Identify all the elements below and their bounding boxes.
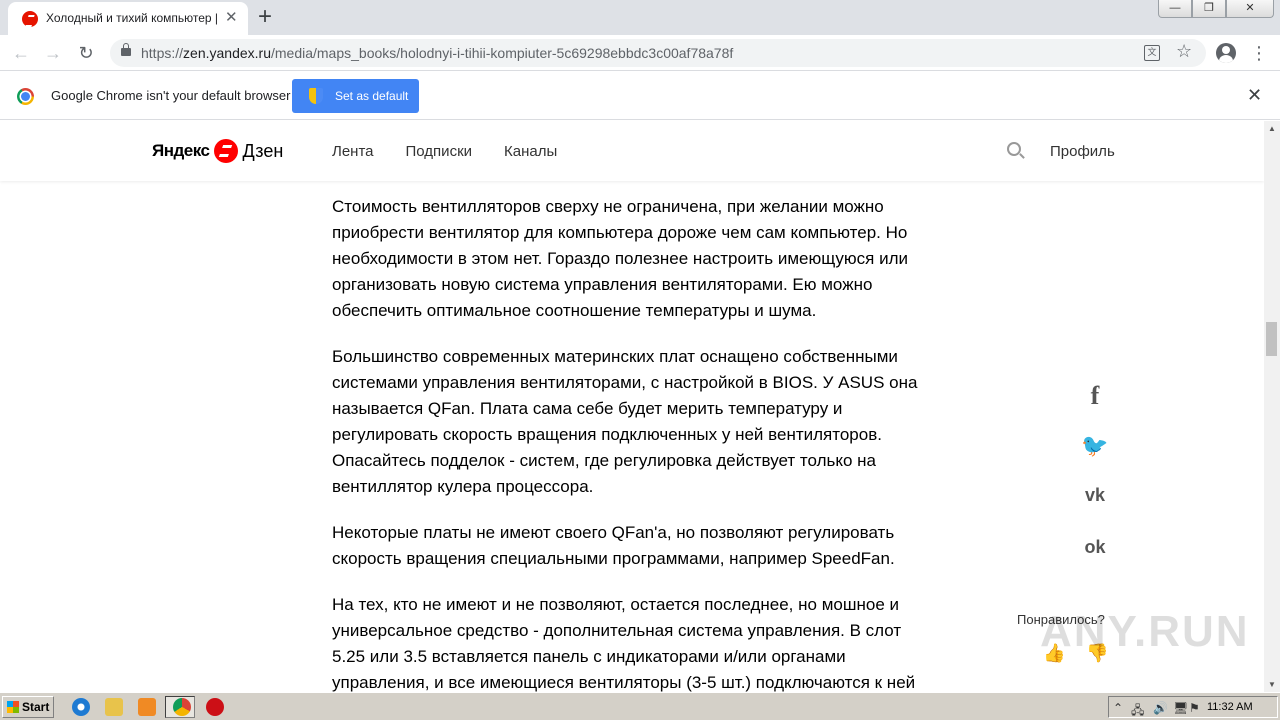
brand-zen-text: Дзен xyxy=(242,140,284,161)
network-icon[interactable]: 🖧 xyxy=(1131,701,1144,720)
facebook-icon[interactable]: f xyxy=(1078,381,1112,413)
file-explorer-icon[interactable] xyxy=(105,698,123,716)
nav-feed-link[interactable]: Лента xyxy=(332,143,374,160)
zen-logo-icon xyxy=(214,139,239,163)
nav-channels-link[interactable]: Каналы xyxy=(504,143,557,160)
system-tray: ⌃ 🖧 🔊 🖥 ⚑ 11:32 AM xyxy=(1108,696,1278,718)
url-text[interactable]: https://zen.yandex.ru/media/maps_books/h… xyxy=(141,45,733,61)
internet-explorer-icon[interactable] xyxy=(72,698,90,716)
page-scrollbar[interactable]: ▲ ▼ xyxy=(1264,121,1280,692)
anyrun-watermark: ANY.RUN xyxy=(1040,607,1250,656)
volume-icon[interactable]: 🔊 xyxy=(1153,701,1168,715)
search-icon[interactable] xyxy=(1007,142,1021,156)
back-button[interactable]: ← xyxy=(9,41,33,65)
start-button[interactable]: Start xyxy=(2,696,54,718)
taskbar-clock[interactable]: 11:32 AM xyxy=(1207,701,1253,713)
article-paragraph: Некоторые платы не имеют своего QFan'а, … xyxy=(332,523,895,568)
page-viewport: Яндекс Дзен Лента Подписки Каналы Профил… xyxy=(0,121,1280,692)
infobar-close-icon[interactable]: ✕ xyxy=(1247,85,1262,106)
tab-close-icon[interactable]: ✕ xyxy=(225,10,238,26)
restore-button[interactable]: ❐ xyxy=(1192,0,1226,18)
set-as-default-label: Set as default xyxy=(335,89,409,103)
scroll-thumb[interactable] xyxy=(1266,322,1277,356)
reload-button[interactable]: ↻ xyxy=(74,41,98,65)
start-label: Start xyxy=(22,700,50,714)
scroll-down-arrow-icon[interactable]: ▼ xyxy=(1268,680,1276,689)
minimize-button[interactable]: — xyxy=(1158,0,1192,18)
tab-strip: Холодный и тихий компьютер | Ка ✕ + — ❐ … xyxy=(0,0,1280,35)
url-scheme: https:// xyxy=(141,45,184,61)
uac-shield-icon xyxy=(309,88,323,104)
site-nav: Лента Подписки Каналы xyxy=(332,143,557,160)
tab-title: Холодный и тихий компьютер | Ка xyxy=(46,11,218,25)
yandex-favicon-icon xyxy=(22,11,38,27)
article-paragraph: Стоимость вентилляторов сверху не ограни… xyxy=(332,197,908,320)
article-paragraph: На тех, кто не имеют и не позволяют, ост… xyxy=(332,595,916,692)
opera-icon[interactable] xyxy=(206,698,224,716)
article-paragraph: Большинство современных материнских плат… xyxy=(332,347,918,496)
scroll-up-arrow-icon[interactable]: ▲ xyxy=(1268,124,1276,133)
vk-icon[interactable]: vk xyxy=(1078,485,1112,517)
article-body: Стоимость вентилляторов сверху не ограни… xyxy=(332,194,922,692)
tray-expand-icon[interactable]: ⌃ xyxy=(1113,701,1123,715)
bookmark-star-icon[interactable]: ☆ xyxy=(1176,41,1192,62)
forward-button[interactable]: → xyxy=(41,41,65,65)
action-center-flag-icon[interactable]: ⚑ xyxy=(1189,701,1200,715)
translate-icon[interactable]: 文 xyxy=(1144,45,1160,61)
chrome-logo-icon xyxy=(17,88,34,105)
browser-tab[interactable]: Холодный и тихий компьютер | Ка ✕ xyxy=(8,2,248,35)
nav-subscriptions-link[interactable]: Подписки xyxy=(406,143,473,160)
set-as-default-button[interactable]: Set as default xyxy=(292,79,419,113)
share-panel: f 🐦 vk ok xyxy=(1078,381,1112,589)
browser-toolbar: ← → ↻ https://zen.yandex.ru/media/maps_b… xyxy=(0,35,1280,71)
infobar-message: Google Chrome isn't your default browser xyxy=(51,88,291,103)
profile-link[interactable]: Профиль xyxy=(1050,143,1115,160)
chrome-menu-icon[interactable]: ⋮ xyxy=(1250,41,1268,65)
display-icon[interactable]: 🖥 xyxy=(1173,701,1188,715)
chrome-icon[interactable] xyxy=(173,698,191,716)
profile-avatar-icon[interactable] xyxy=(1216,43,1236,63)
odnoklassniki-icon[interactable]: ok xyxy=(1078,537,1112,569)
new-tab-button[interactable]: + xyxy=(258,4,272,30)
url-host: zen.yandex.ru xyxy=(183,45,271,61)
media-player-icon[interactable] xyxy=(138,698,156,716)
windows-logo-icon xyxy=(7,701,19,713)
default-browser-infobar: Google Chrome isn't your default browser… xyxy=(0,72,1280,120)
zen-header: Яндекс Дзен Лента Подписки Каналы Профил… xyxy=(0,121,1264,181)
yandex-zen-logo[interactable]: Яндекс Дзен xyxy=(152,137,283,165)
address-bar[interactable]: https://zen.yandex.ru/media/maps_books/h… xyxy=(110,39,1206,67)
lock-icon[interactable] xyxy=(121,43,131,56)
windows-taskbar: Start ⌃ 🖧 🔊 🖥 ⚑ 11:32 AM xyxy=(0,692,1280,720)
window-controls: — ❐ ✕ xyxy=(1158,0,1274,20)
brand-yandex-text: Яндекс xyxy=(152,141,210,160)
twitter-icon[interactable]: 🐦 xyxy=(1078,433,1112,465)
close-window-button[interactable]: ✕ xyxy=(1226,0,1274,18)
url-path: /media/maps_books/holodnyi-i-tihii-kompi… xyxy=(270,45,734,61)
